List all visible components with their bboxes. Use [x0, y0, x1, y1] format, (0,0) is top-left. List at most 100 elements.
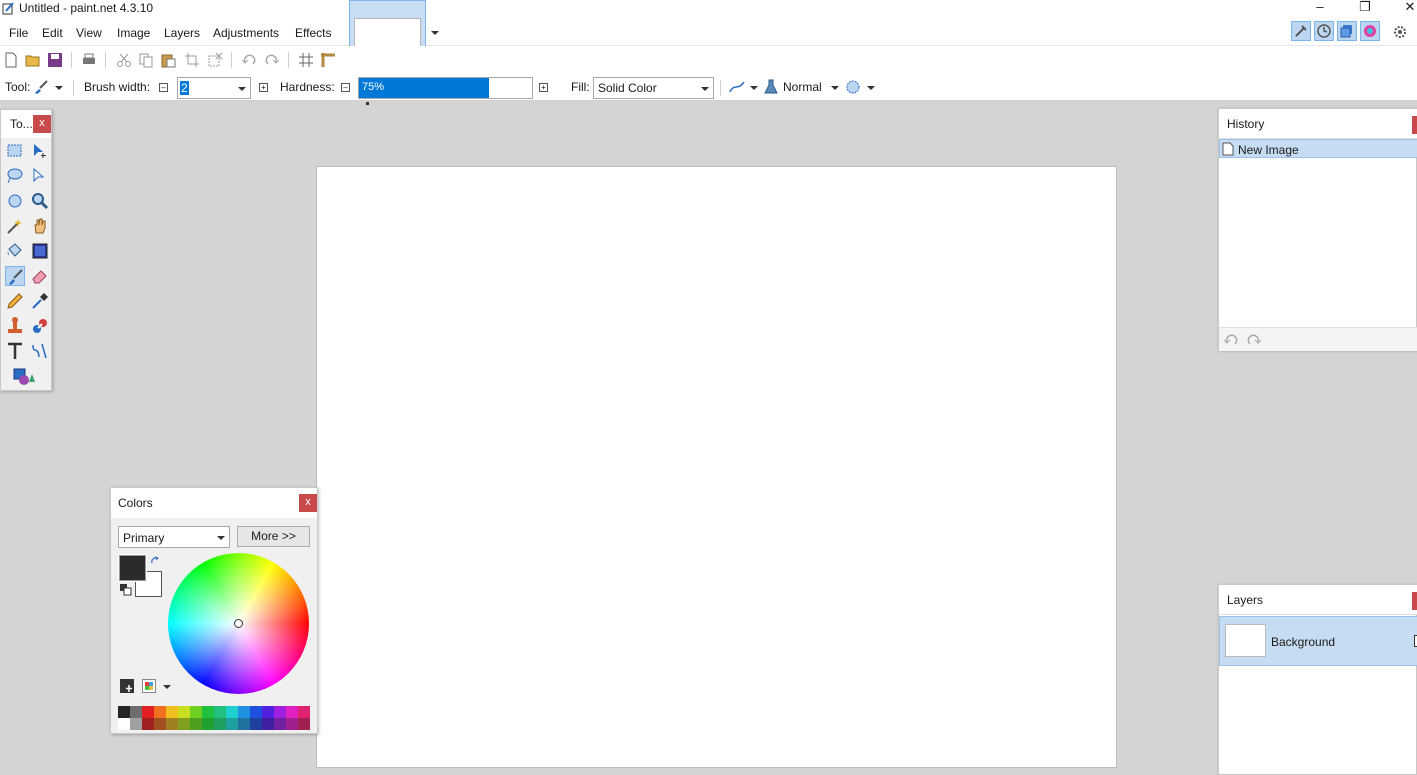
text-icon[interactable] — [5, 341, 25, 361]
primary-color-swatch[interactable] — [118, 554, 147, 582]
selection-clipping-icon[interactable] — [845, 79, 861, 95]
line-curve-icon[interactable] — [30, 341, 50, 361]
palette-swatch[interactable] — [250, 706, 262, 718]
eraser-icon[interactable] — [30, 266, 50, 286]
fill-combo[interactable]: Solid Color — [593, 77, 714, 99]
zoom-icon[interactable] — [30, 191, 50, 211]
tools-toggle-icon[interactable] — [1291, 21, 1311, 41]
history-item[interactable]: New Image — [1219, 139, 1417, 158]
palette-swatch[interactable] — [118, 718, 130, 730]
recolor-icon[interactable] — [30, 316, 50, 336]
clone-stamp-icon[interactable] — [5, 316, 25, 336]
rectangle-select-icon[interactable] — [5, 141, 25, 161]
selection-clipping-dropdown-icon[interactable] — [867, 86, 875, 90]
palette-swatch[interactable] — [286, 706, 298, 718]
fill-dropdown-icon[interactable] — [701, 87, 709, 91]
lasso-select-icon[interactable] — [5, 166, 25, 186]
color-wheel-selector[interactable] — [234, 619, 243, 628]
blend-mode-flask-icon[interactable] — [763, 79, 779, 95]
menu-adjustments[interactable]: Adjustments — [213, 26, 279, 40]
cut-icon[interactable] — [116, 52, 132, 68]
open-file-icon[interactable] — [25, 52, 41, 68]
palette-swatch[interactable] — [178, 706, 190, 718]
color-picker-icon[interactable] — [30, 291, 50, 311]
palette-swatch[interactable] — [118, 706, 130, 718]
palette-swatch[interactable] — [190, 706, 202, 718]
gradient-icon[interactable] — [30, 241, 50, 261]
swap-colors-icon[interactable] — [150, 556, 160, 566]
blend-mode-value[interactable]: Normal — [783, 80, 822, 94]
hardness-decrease-button[interactable]: – — [341, 83, 350, 92]
history-panel-close-button[interactable] — [1412, 116, 1417, 134]
palette-swatch[interactable] — [226, 718, 238, 730]
hardness-slider[interactable]: 75% — [358, 77, 533, 99]
palette-dropdown-icon[interactable] — [163, 685, 171, 689]
palette-swatch[interactable] — [190, 718, 202, 730]
reset-colors-icon[interactable] — [120, 584, 132, 596]
menu-layers[interactable]: Layers — [164, 26, 200, 40]
restore-button[interactable]: ❐ — [1355, 0, 1375, 16]
print-icon[interactable] — [81, 52, 97, 68]
history-undo-icon[interactable] — [1223, 333, 1239, 347]
palette-swatch[interactable] — [214, 718, 226, 730]
shapes-icon[interactable] — [5, 366, 45, 386]
brush-width-dropdown-icon[interactable] — [238, 87, 246, 91]
palette-swatch[interactable] — [202, 718, 214, 730]
undo-icon[interactable] — [241, 52, 257, 68]
color-mode-dropdown-icon[interactable] — [217, 536, 225, 540]
palette-swatch[interactable] — [202, 706, 214, 718]
new-file-icon[interactable] — [3, 52, 19, 68]
palette-swatch[interactable] — [238, 718, 250, 730]
menu-edit[interactable]: Edit — [42, 26, 63, 40]
paste-icon[interactable] — [160, 52, 176, 68]
palette-swatch[interactable] — [166, 706, 178, 718]
image-list-dropdown-icon[interactable] — [431, 31, 439, 35]
color-mode-combo[interactable]: Primary — [118, 526, 230, 548]
menu-file[interactable]: File — [9, 26, 28, 40]
more-colors-button[interactable]: More >> — [237, 526, 310, 547]
palette-swatch[interactable] — [262, 706, 274, 718]
deselect-icon[interactable] — [207, 52, 223, 68]
pan-icon[interactable] — [30, 216, 50, 236]
palette-swatch[interactable] — [298, 718, 310, 730]
history-redo-icon[interactable] — [1246, 333, 1262, 347]
palette-swatch[interactable] — [226, 706, 238, 718]
colors-panel-close-button[interactable]: x — [299, 494, 317, 512]
move-selected-icon[interactable] — [30, 141, 50, 161]
palette-swatch[interactable] — [166, 718, 178, 730]
ellipse-select-icon[interactable] — [5, 191, 25, 211]
hardness-increase-button[interactable]: + — [539, 83, 548, 92]
save-icon[interactable] — [47, 52, 63, 68]
layers-panel-close-button[interactable] — [1412, 592, 1417, 610]
layer-row[interactable]: Background — [1219, 616, 1417, 666]
palette-swatch[interactable] — [214, 706, 226, 718]
antialiasing-icon[interactable] — [728, 79, 746, 95]
magic-wand-icon[interactable] — [5, 216, 25, 236]
ruler-icon[interactable] — [320, 52, 336, 68]
move-selection-icon[interactable] — [30, 166, 50, 186]
current-tool-paintbrush-icon[interactable] — [33, 79, 49, 95]
menu-view[interactable]: View — [76, 26, 102, 40]
image-canvas[interactable] — [316, 166, 1117, 768]
grid-icon[interactable] — [298, 52, 314, 68]
minimize-button[interactable]: – — [1310, 0, 1330, 16]
palette-swatch[interactable] — [298, 706, 310, 718]
menu-image[interactable]: Image — [117, 26, 150, 40]
paint-bucket-icon[interactable] — [5, 241, 25, 261]
brush-width-value[interactable]: 2 — [180, 81, 189, 95]
palette-menu-icon[interactable] — [142, 679, 156, 693]
palette-swatch[interactable] — [142, 706, 154, 718]
copy-icon[interactable] — [138, 52, 154, 68]
paintbrush-icon[interactable] — [5, 266, 25, 286]
brush-width-combo[interactable]: 2 — [177, 77, 251, 99]
blend-mode-dropdown-icon[interactable] — [831, 86, 839, 90]
settings-gear-icon[interactable] — [1392, 24, 1408, 40]
brush-width-increase-button[interactable]: + — [259, 83, 268, 92]
palette-swatch[interactable] — [130, 706, 142, 718]
palette-swatch[interactable] — [154, 718, 166, 730]
crop-to-selection-icon[interactable] — [184, 52, 200, 68]
palette-swatch[interactable] — [274, 718, 286, 730]
menu-effects[interactable]: Effects — [295, 26, 331, 40]
redo-icon[interactable] — [264, 52, 280, 68]
tools-panel-close-button[interactable]: x — [33, 115, 51, 133]
